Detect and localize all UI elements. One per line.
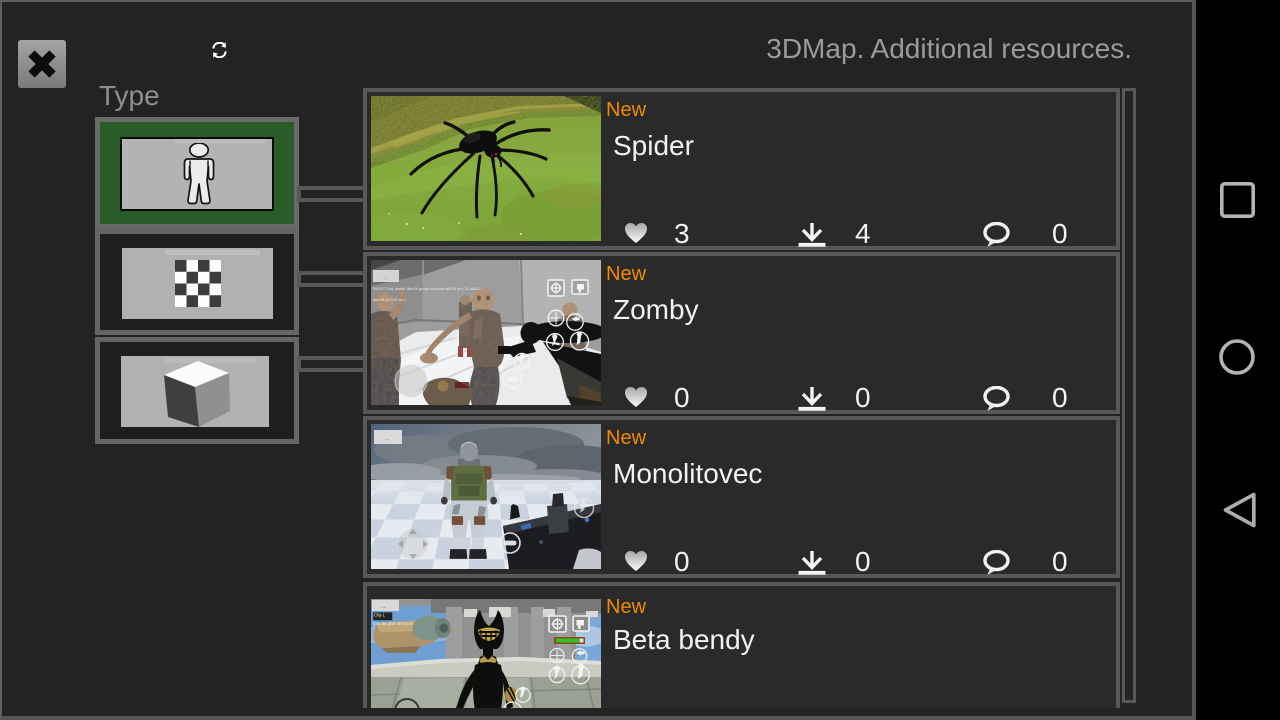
svg-text:Obj-1: Obj-1 (374, 613, 386, 618)
svg-text:fps=54 ph7=57 w=0: fps=54 ph7=57 w=0 (373, 621, 413, 626)
svg-text:fps=55 ph7=32 w=0: fps=55 ph7=32 w=0 (373, 298, 406, 302)
svg-text:..: .. (385, 435, 389, 442)
svg-text:..: .. (383, 274, 387, 281)
svg-text:..: .. (382, 603, 386, 610)
svg-text:SELECT obj 'tamb4' dst=36 grou: SELECT obj 'tamb4' dst=36 group=null pos… (373, 287, 481, 291)
